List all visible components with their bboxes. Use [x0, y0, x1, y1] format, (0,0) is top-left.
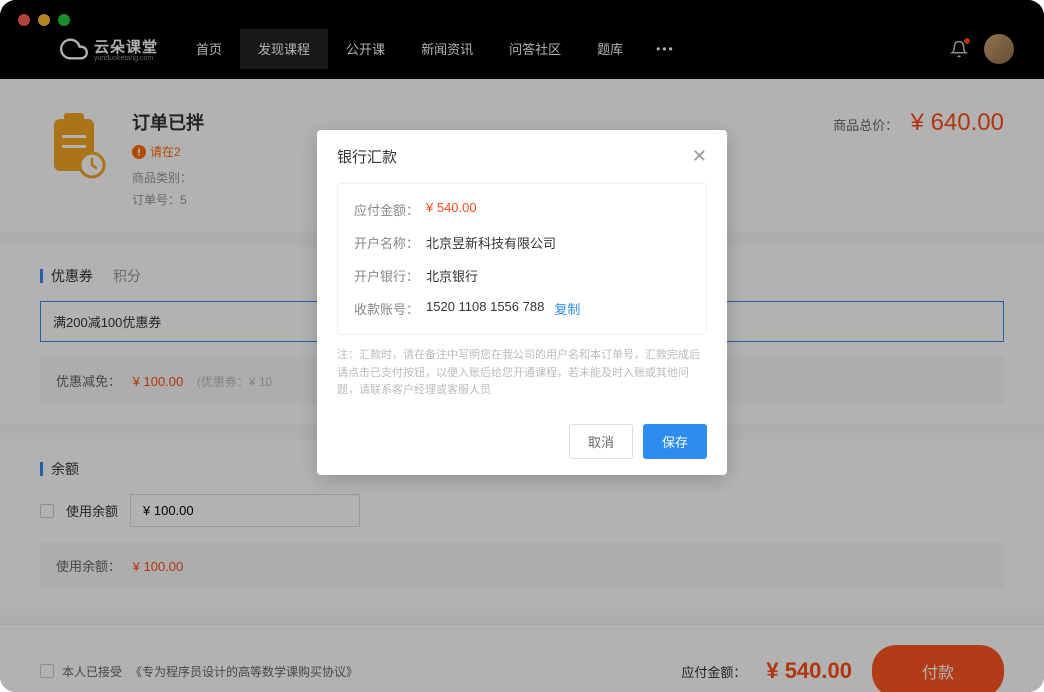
modal-overlay: 银行汇款 ✕ 应付金额： ¥ 540.00 开户名称： 北京昱新科技有限公司 开…	[0, 0, 1044, 692]
cancel-button[interactable]: 取消	[569, 424, 633, 459]
account-name-label: 开户名称：	[354, 233, 426, 252]
modal-title: 银行汇款	[337, 146, 397, 167]
amount-value: ¥ 540.00	[426, 200, 477, 219]
amount-label: 应付金额：	[354, 200, 426, 219]
account-no-value: 1520 1108 1556 788	[426, 299, 544, 318]
bank-transfer-modal: 银行汇款 ✕ 应付金额： ¥ 540.00 开户名称： 北京昱新科技有限公司 开…	[317, 130, 727, 475]
copy-button[interactable]: 复制	[554, 299, 580, 318]
save-button[interactable]: 保存	[643, 424, 707, 459]
close-icon[interactable]: ✕	[692, 146, 707, 167]
bank-label: 开户银行：	[354, 266, 426, 285]
modal-note: 注：汇款时，请在备注中写明您在我公司的用户名和本订单号，汇款完成后请点击已支付按…	[337, 347, 707, 400]
account-no-label: 收款账号：	[354, 299, 426, 318]
account-name-value: 北京昱新科技有限公司	[426, 233, 556, 252]
bank-info-box: 应付金额： ¥ 540.00 开户名称： 北京昱新科技有限公司 开户银行： 北京…	[337, 183, 707, 335]
bank-value: 北京银行	[426, 266, 478, 285]
